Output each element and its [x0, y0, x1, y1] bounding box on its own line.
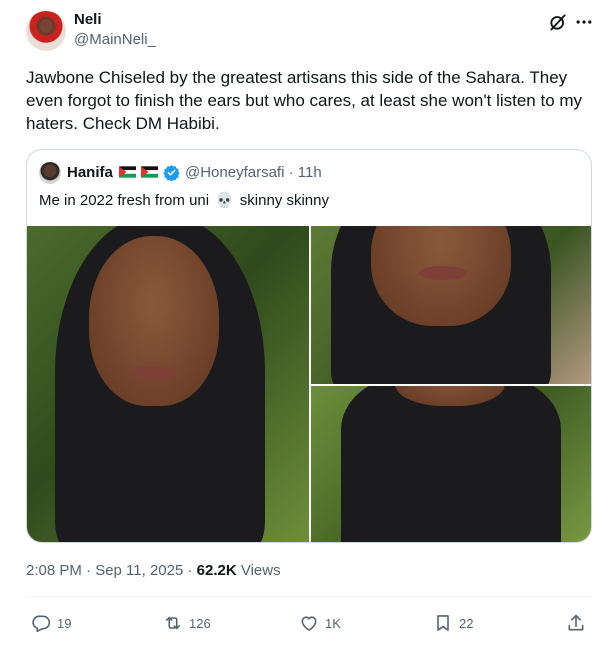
timestamp-text[interactable]: 2:08 PM · Sep 11, 2025 ·	[26, 562, 197, 579]
photo-2[interactable]	[311, 226, 591, 384]
author-avatar[interactable]	[26, 11, 66, 51]
share-icon	[568, 614, 584, 631]
bookmark-button[interactable]: 22	[433, 612, 473, 634]
quoted-time[interactable]: · 11h	[289, 164, 322, 181]
more-options-icon[interactable]	[574, 12, 594, 32]
like-count: 1K	[325, 615, 341, 631]
author-name[interactable]: Neli	[74, 11, 102, 28]
reply-count: 19	[57, 615, 72, 631]
verified-badge-icon	[163, 165, 180, 181]
repost-button[interactable]: 126	[163, 612, 211, 634]
palestine-flag-icon	[119, 166, 136, 178]
photo-grid	[27, 226, 591, 542]
divider	[26, 596, 592, 597]
quoted-text-part-1: Me in 2022 fresh from uni	[39, 192, 210, 209]
tweet[interactable]: Neli @MainNeli_ Jawbone Chiseled by the …	[0, 0, 616, 654]
tweet-timestamp[interactable]: 2:08 PM · Sep 11, 2025 · 62.2K Views	[26, 562, 281, 579]
quoted-author-avatar[interactable]	[39, 162, 61, 184]
bookmark-icon	[437, 615, 449, 631]
photo-3[interactable]	[311, 386, 591, 542]
tweet-text: Jawbone Chiseled by the greatest artisan…	[26, 68, 583, 133]
skull-emoji: 💀	[215, 192, 234, 209]
quoted-author-handle[interactable]: @Honeyfarsafi · 11h	[185, 164, 322, 181]
palestine-flag-icon	[141, 166, 158, 178]
heart-icon	[301, 616, 317, 631]
quoted-handle-text[interactable]: @Honeyfarsafi	[185, 164, 284, 181]
share-button[interactable]	[566, 612, 592, 634]
reply-icon	[32, 615, 51, 633]
photo-1[interactable]	[27, 226, 309, 542]
like-button[interactable]: 1K	[299, 612, 341, 634]
bookmark-count: 22	[459, 615, 474, 631]
reply-button[interactable]: 19	[31, 612, 71, 634]
quoted-tweet-text: Me in 2022 fresh from uni 💀 skinny skinny	[39, 191, 329, 209]
quoted-tweet[interactable]: Hanifa @Honeyfarsafi · 11h Me in 2022 fr…	[26, 149, 592, 543]
author-handle[interactable]: @MainNeli_	[74, 31, 156, 48]
views-count: 62.2K	[196, 562, 237, 579]
quoted-author-name[interactable]: Hanifa	[67, 164, 113, 181]
quoted-text-part-2: skinny skinny	[239, 192, 329, 209]
views-label: Views	[236, 562, 281, 579]
repost-icon	[165, 616, 181, 630]
grok-icon[interactable]	[548, 12, 568, 32]
repost-count: 126	[189, 615, 211, 631]
